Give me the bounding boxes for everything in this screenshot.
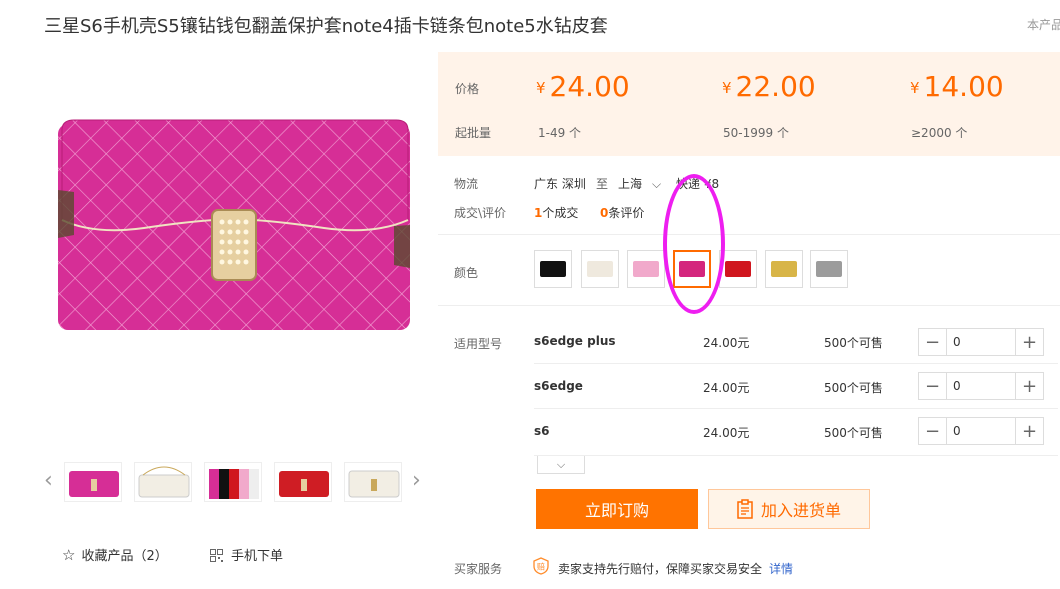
divider [534,363,1058,364]
increment-button[interactable]: + [1015,329,1043,355]
quantity-input[interactable] [947,373,1015,399]
tier-3-range: ≥2000 个 [911,126,968,140]
thumbnail-white-chain[interactable] [134,462,192,502]
mobile-order-link[interactable]: 手机下单 [210,545,283,564]
swatch-image [679,261,705,277]
buyer-service-details-link[interactable]: 详情 [769,560,793,577]
price-label: 价格 [455,82,480,96]
color-swatch-white[interactable] [581,250,619,288]
moq-label: 起批量 [455,126,492,140]
top-link[interactable]: 本产品 [1027,16,1060,33]
swatch-image [725,261,751,277]
increment-button[interactable]: + [1015,373,1043,399]
swatch-image [587,261,613,277]
color-swatch-black[interactable] [534,250,572,288]
model-name: s6 [534,424,550,438]
model-row: s6 24.00元 500个可售 − + [534,410,1058,454]
increment-button[interactable]: + [1015,418,1043,444]
shipping-fee: 快递 ¥8 [676,177,720,191]
color-swatch-red[interactable] [719,250,757,288]
next-thumbnail-arrow[interactable]: › [412,468,421,493]
decrement-button[interactable]: − [919,329,947,355]
svg-text:赔: 赔 [537,562,545,572]
model-price: 24.00元 [703,336,750,350]
divider [438,234,1060,235]
thumbnail-white[interactable] [344,462,402,502]
qr-code-icon [210,549,223,562]
prev-thumbnail-arrow[interactable]: ‹ [44,468,53,493]
model-name: s6edge plus [534,334,616,348]
swatch-image [540,261,566,277]
logistics-label: 物流 [454,177,479,191]
clipboard-icon [737,499,753,519]
tier-1-price: ¥24.00 [536,70,630,103]
model-stock: 500个可售 [824,426,883,440]
deals-reviews-label: 成交\评价 [454,206,507,220]
model-price: 24.00元 [703,381,750,395]
quantity-input[interactable] [947,329,1015,355]
expand-models-toggle[interactable]: ⌵ [537,456,585,474]
tier-2-range: 50-1999 个 [723,126,789,140]
tier-1-range: 1-49 个 [538,126,582,140]
deals-count-link[interactable]: 1个成交 [534,204,578,221]
buyer-service-text: 卖家支持先行赔付，保障买家交易安全 [558,562,763,576]
model-stock: 500个可售 [824,336,883,350]
model-row: s6edge plus 24.00元 500个可售 − + [534,320,1058,364]
model-name: s6edge [534,379,583,393]
shield-icon: 赔 [533,557,549,575]
models-label: 适用型号 [454,337,503,351]
tier-2-price: ¥22.00 [722,70,816,103]
swatch-image [816,261,842,277]
tier-3-price: ¥14.00 [910,70,1004,103]
model-price: 24.00元 [703,426,750,440]
divider [534,408,1058,409]
thumbnail-strip: ‹ › [44,458,436,508]
color-swatch-silver[interactable] [810,250,848,288]
color-label: 颜色 [454,266,479,280]
highlight-circle [663,174,725,314]
divider [534,455,1058,456]
decrement-button[interactable]: − [919,373,947,399]
decrement-button[interactable]: − [919,418,947,444]
price-panel: 价格 起批量 ¥24.00 1-49 个 ¥22.00 50-1999 个 ¥1… [438,52,1060,156]
thumbnail-red[interactable] [274,462,332,502]
logistics-to-word: 至 [596,177,609,191]
buy-now-button[interactable]: 立即订购 [536,489,698,529]
thumbnail-rose[interactable] [64,462,122,502]
logistics-from: 广东 深圳 [534,177,586,191]
quantity-stepper: − + [918,328,1044,356]
chevron-down-icon: ⌵ [556,457,566,471]
thumbnail-multicolor[interactable] [204,462,262,502]
add-to-cart-button[interactable]: 加入进货单 [708,489,870,529]
quantity-input[interactable] [947,418,1015,444]
favorite-product-link[interactable]: ☆ 收藏产品（2） [62,545,168,564]
swatch-image [633,261,659,277]
color-swatch-rose[interactable] [673,250,711,288]
divider [438,305,1060,306]
quantity-stepper: − + [918,372,1044,400]
model-row: s6edge 24.00元 500个可售 − + [534,365,1058,409]
reviews-count-link[interactable]: 0条评价 [600,204,644,221]
swatch-image [771,261,797,277]
model-stock: 500个可售 [824,381,883,395]
quantity-stepper: − + [918,417,1044,445]
main-product-image [44,60,424,435]
logistics-destination-select[interactable]: 上海 ⌵ [618,175,661,192]
color-swatch-gold[interactable] [765,250,803,288]
buyer-service-label: 买家服务 [454,562,503,576]
star-icon: ☆ [62,546,76,564]
chevron-down-icon: ⌵ [652,177,662,191]
product-title: 三星S6手机壳S5镶钻钱包翻盖保护套note4插卡链条包note5水钻皮套 [44,16,608,37]
color-swatch-pink[interactable] [627,250,665,288]
